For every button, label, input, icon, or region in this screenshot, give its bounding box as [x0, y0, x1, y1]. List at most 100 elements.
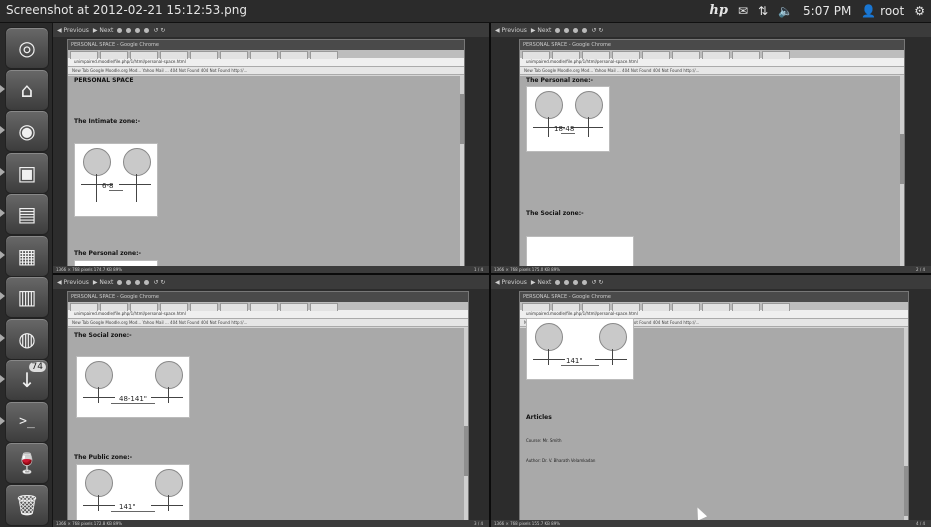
- zoom-control-icon[interactable]: [582, 279, 588, 285]
- scrollbar-thumb[interactable]: [900, 134, 904, 184]
- face-right: [155, 469, 183, 497]
- zoom-control-icon[interactable]: [144, 27, 150, 33]
- browser-tab[interactable]: [190, 51, 218, 59]
- image-info: 1366 × 768 pixels 172.8 KB 89%: [56, 521, 123, 526]
- previous-button[interactable]: ◀ Previous: [57, 279, 89, 286]
- browser-tab[interactable]: [732, 51, 760, 59]
- calc-icon[interactable]: ▦: [5, 234, 49, 277]
- body-right: [168, 387, 169, 403]
- distance-label: 48-141": [119, 395, 148, 403]
- next-button[interactable]: ▶ Next: [531, 279, 552, 286]
- rotate-icon[interactable]: ↺ ↻: [591, 279, 603, 286]
- impress-icon[interactable]: ▥: [5, 276, 49, 318]
- rotate-icon[interactable]: ↺ ↻: [153, 27, 165, 34]
- trash-icon[interactable]: 🗑: [5, 483, 49, 526]
- viewer-toolbar: ◀ Previous ▶ Next ↺ ↻: [53, 275, 489, 289]
- page-number: 2 / 4: [916, 267, 925, 272]
- next-button[interactable]: ▶ Next: [93, 27, 114, 34]
- browser-tab[interactable]: [190, 303, 218, 311]
- zoom-control-icon[interactable]: [144, 279, 150, 285]
- browser-tab[interactable]: [280, 51, 308, 59]
- section-heading: The Intimate zone:-: [74, 118, 141, 125]
- section-heading: Articles: [526, 414, 552, 421]
- section-heading: The Social zone:-: [74, 332, 132, 339]
- zoom-control-icon[interactable]: [117, 279, 123, 285]
- url-bar[interactable]: unimpaired.moodle/file.php/1/html/person…: [520, 58, 904, 67]
- image-info: 1366 × 768 pixels 155.7 KB 89%: [494, 521, 561, 526]
- zoom-control-icon[interactable]: [135, 27, 141, 33]
- ubuntu-dash-icon[interactable]: ◎: [5, 27, 49, 69]
- zoom-control-icon[interactable]: [117, 27, 123, 33]
- zoom-control-icon[interactable]: [135, 279, 141, 285]
- running-indicator: [0, 333, 5, 342]
- browser-tab[interactable]: [250, 51, 278, 59]
- arm-right: [595, 359, 627, 360]
- scrollbar-thumb[interactable]: [460, 94, 464, 144]
- browser-window: PERSONAL SPACE - Google Chrome unimpaired…: [67, 39, 465, 273]
- rotate-icon[interactable]: ↺ ↻: [591, 27, 603, 34]
- arrows-updown-icon[interactable]: ⇅: [758, 4, 768, 18]
- next-button[interactable]: ▶ Next: [93, 279, 114, 286]
- page-scrollbar[interactable]: [464, 328, 468, 526]
- face-left: [535, 323, 563, 351]
- page-scrollbar[interactable]: [900, 76, 904, 272]
- envelope-icon[interactable]: ✉: [738, 4, 748, 18]
- user-menu[interactable]: 👤 root: [861, 4, 904, 18]
- writer-icon[interactable]: ▤: [5, 193, 49, 235]
- body-right: [612, 349, 613, 365]
- running-indicator: [0, 375, 5, 383]
- browser-tab[interactable]: [310, 51, 338, 59]
- user-name: root: [880, 3, 905, 18]
- running-indicator: [0, 209, 5, 217]
- firefox-icon[interactable]: ◍: [5, 317, 49, 360]
- url-bar[interactable]: unimpaired.moodle/file.php/1/html/person…: [68, 58, 464, 67]
- page-scrollbar[interactable]: [904, 328, 908, 526]
- zoom-control-icon[interactable]: [564, 27, 570, 33]
- scrollbar-thumb[interactable]: [464, 426, 468, 476]
- zoom-control-icon[interactable]: [564, 279, 570, 285]
- article-line: Author: Dr. V. Bharath Velamkadan: [526, 458, 596, 463]
- gear-icon[interactable]: ⚙: [914, 4, 925, 18]
- previous-button[interactable]: ◀ Previous: [57, 27, 89, 34]
- zoom-control-icon[interactable]: [573, 279, 579, 285]
- browser-tab[interactable]: [762, 51, 790, 59]
- url-bar[interactable]: unimpaired.moodle/file.php/1/html/person…: [68, 310, 468, 319]
- browser-tab[interactable]: [642, 303, 670, 311]
- browser-tab[interactable]: [280, 303, 308, 311]
- rotate-icon[interactable]: ↺ ↻: [153, 279, 165, 286]
- browser-tab[interactable]: [732, 303, 760, 311]
- next-button[interactable]: ▶ Next: [531, 27, 552, 34]
- previous-button[interactable]: ◀ Previous: [495, 27, 527, 34]
- zoom-control-icon[interactable]: [555, 27, 561, 33]
- wine-icon[interactable]: 🍷: [5, 442, 49, 484]
- zoom-control-icon[interactable]: [573, 27, 579, 33]
- browser-tab[interactable]: [250, 303, 278, 311]
- browser-tab[interactable]: [220, 303, 248, 311]
- zoom-control-icon[interactable]: [555, 279, 561, 285]
- home-folder-icon[interactable]: ⌂: [5, 68, 49, 111]
- face-left: [85, 361, 113, 389]
- bookmarks-bar: New Tab Google Moodle.org Mod... Yahoo M…: [68, 67, 464, 75]
- speaker-icon[interactable]: 🔈: [778, 4, 793, 18]
- update-manager-icon[interactable]: ↓ 74: [5, 359, 49, 401]
- browser-tab[interactable]: [702, 51, 730, 59]
- web-page: The Social zone:- 48-141" The Public zone:…: [68, 328, 468, 526]
- zoom-control-icon[interactable]: [582, 27, 588, 33]
- browser-tab[interactable]: [702, 303, 730, 311]
- chrome-icon[interactable]: ◉: [5, 110, 49, 152]
- page-scrollbar[interactable]: [460, 76, 464, 272]
- arm-right: [151, 397, 183, 398]
- browser-tab[interactable]: [672, 303, 700, 311]
- browser-tab[interactable]: [642, 51, 670, 59]
- previous-button[interactable]: ◀ Previous: [495, 279, 527, 286]
- image-viewer-icon[interactable]: ▣: [5, 151, 49, 194]
- zoom-control-icon[interactable]: [126, 279, 132, 285]
- browser-tab[interactable]: [310, 303, 338, 311]
- browser-tab[interactable]: [762, 303, 790, 311]
- scrollbar-thumb[interactable]: [904, 466, 908, 516]
- terminal-icon[interactable]: >_: [5, 400, 49, 443]
- browser-tab[interactable]: [672, 51, 700, 59]
- zoom-control-icon[interactable]: [126, 27, 132, 33]
- clock[interactable]: 5:07 PM: [803, 4, 851, 18]
- browser-tab[interactable]: [220, 51, 248, 59]
